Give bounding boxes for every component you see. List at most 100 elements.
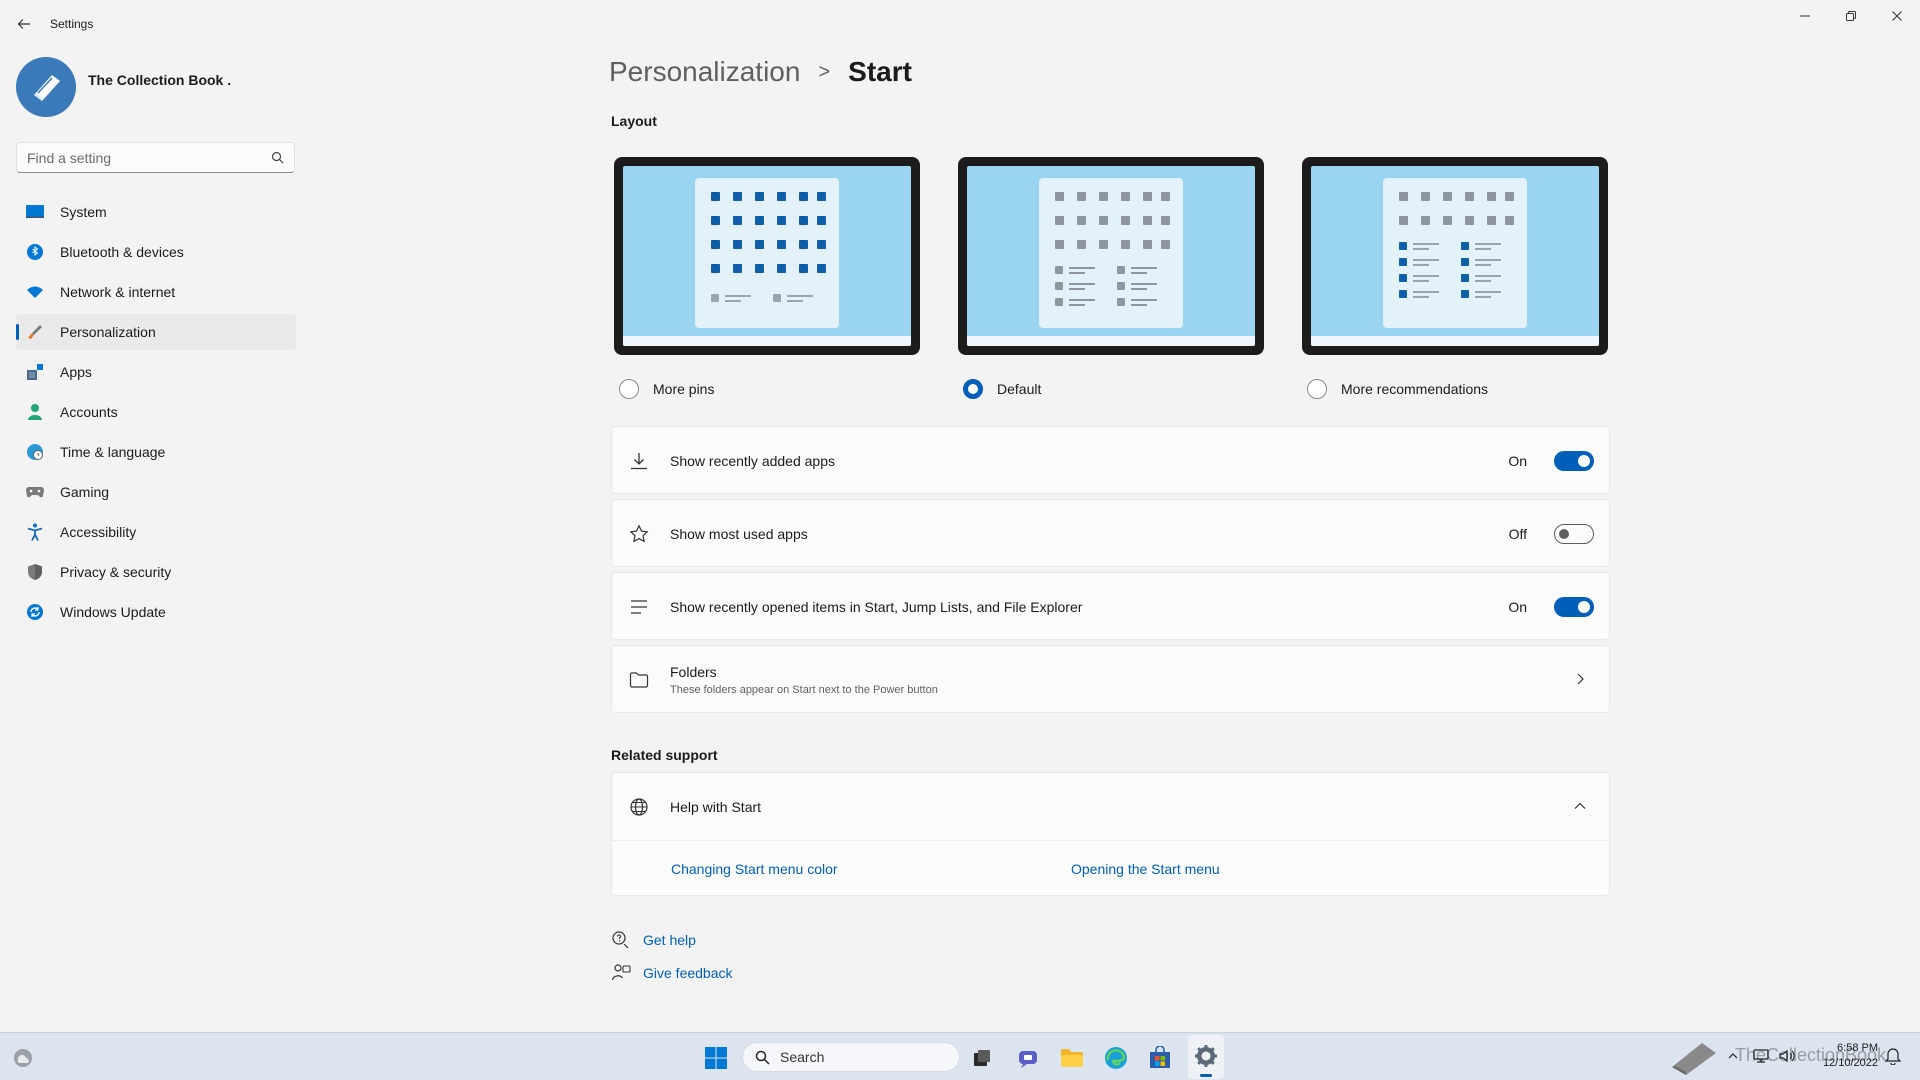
setting-label: Show recently added apps <box>670 453 835 469</box>
back-arrow-icon <box>17 19 30 29</box>
avatar[interactable] <box>16 57 76 117</box>
sidebar-item-label: Windows Update <box>60 604 166 620</box>
radio-label: Default <box>997 381 1042 397</box>
sidebar-item-label: System <box>60 204 107 220</box>
recently-opened-items-toggle[interactable] <box>1554 597 1594 617</box>
sidebar-item-label: Accounts <box>60 404 118 420</box>
radio-label: More recommendations <box>1341 381 1489 397</box>
accounts-icon <box>26 403 44 421</box>
download-icon <box>629 451 649 471</box>
start-button[interactable] <box>703 1045 729 1071</box>
folder-icon <box>629 670 649 690</box>
sidebar-item-windows-update[interactable]: Windows Update <box>16 594 296 630</box>
teams-chat-button[interactable] <box>1015 1045 1041 1071</box>
radio-button[interactable] <box>963 379 983 399</box>
sidebar-item-accounts[interactable]: Accounts <box>16 394 296 430</box>
sidebar-item-bluetooth[interactable]: Bluetooth & devices <box>16 234 296 270</box>
system-icon <box>26 203 44 221</box>
sidebar-item-system[interactable]: System <box>16 194 296 230</box>
sidebar-item-personalization[interactable]: Personalization <box>16 314 296 350</box>
list-icon <box>629 597 649 617</box>
setting-most-used-apps: Show most used apps Off <box>611 499 1610 567</box>
widgets-button[interactable] <box>10 1045 36 1071</box>
help-chat-icon <box>611 930 631 950</box>
toggle-state: Off <box>1508 526 1527 542</box>
bell-icon <box>1885 1048 1901 1065</box>
get-help-link[interactable]: Get help <box>611 930 696 950</box>
sidebar-item-label: Gaming <box>60 484 110 500</box>
sidebar-item-network[interactable]: Network & internet <box>16 274 296 310</box>
sidebar-item-time-language[interactable]: Time & language <box>16 434 296 470</box>
recently-added-apps-toggle[interactable] <box>1554 451 1594 471</box>
close-button[interactable] <box>1874 4 1920 28</box>
sidebar-item-label: Privacy & security <box>60 564 172 580</box>
folders-subtitle: These folders appear on Start next to th… <box>670 684 938 696</box>
radio-button[interactable] <box>1307 379 1327 399</box>
close-icon <box>1892 11 1902 21</box>
search-box[interactable] <box>16 142 295 173</box>
radio-more-recommendations[interactable]: More recommendations <box>1307 379 1488 399</box>
file-explorer-button[interactable] <box>1059 1045 1085 1071</box>
clock-date: 12/10/2022 <box>1822 1057 1878 1069</box>
layout-preview-more-recommendations[interactable] <box>1302 157 1608 355</box>
store-button[interactable] <box>1147 1045 1173 1071</box>
give-feedback-label: Give feedback <box>643 965 733 981</box>
link-changing-start-menu-color[interactable]: Changing Start menu color <box>671 861 838 877</box>
sidebar-item-privacy[interactable]: Privacy & security <box>16 554 296 590</box>
bluetooth-icon <box>26 243 44 261</box>
wifi-icon <box>26 283 44 301</box>
store-icon <box>1150 1046 1170 1068</box>
radio-label: More pins <box>653 381 715 397</box>
radio-default[interactable]: Default <box>963 379 1041 399</box>
most-used-apps-toggle[interactable] <box>1554 524 1594 544</box>
show-hidden-icons-button[interactable] <box>1726 1049 1740 1063</box>
breadcrumb-parent[interactable]: Personalization <box>609 56 800 88</box>
setting-folders[interactable]: Folders These folders appear on Start ne… <box>611 645 1610 713</box>
search-input[interactable] <box>27 149 271 166</box>
layout-preview-default[interactable] <box>958 157 1264 355</box>
restore-button[interactable] <box>1828 4 1874 28</box>
toggle-state: On <box>1508 453 1527 469</box>
radio-more-pins[interactable]: More pins <box>619 379 714 399</box>
sidebar-item-label: Apps <box>60 364 92 380</box>
sidebar-item-label: Accessibility <box>60 524 137 540</box>
minimize-button[interactable] <box>1782 4 1828 28</box>
edge-browser-button[interactable] <box>1103 1045 1129 1071</box>
taskbar-clock[interactable]: 6:58 PM 12/10/2022 <box>1808 1041 1878 1071</box>
minimize-icon <box>1800 15 1810 17</box>
link-opening-start-menu[interactable]: Opening the Start menu <box>1071 861 1220 877</box>
sidebar-item-gaming[interactable]: Gaming <box>16 474 296 510</box>
sidebar-item-label: Personalization <box>60 324 156 340</box>
radio-button[interactable] <box>619 379 639 399</box>
windows-logo-icon <box>705 1047 727 1069</box>
related-support-title: Related support <box>611 747 718 763</box>
breadcrumb: Personalization > Start <box>609 56 912 88</box>
start-panel-preview <box>695 178 839 328</box>
sidebar-item-accessibility[interactable]: Accessibility <box>16 514 296 550</box>
chevron-up-icon[interactable] <box>1573 799 1587 813</box>
taskbar-strip <box>967 336 1255 346</box>
settings-taskbar-button[interactable] <box>1188 1035 1224 1079</box>
search-icon <box>755 1050 770 1065</box>
sidebar-item-apps[interactable]: Apps <box>16 354 296 390</box>
layout-screen <box>1311 166 1599 346</box>
profile-name: The Collection Book . <box>88 72 232 88</box>
page-title: Start <box>848 56 912 87</box>
layout-preview-more-pins[interactable] <box>614 157 920 355</box>
help-with-start-header[interactable]: Help with Start <box>612 773 1609 841</box>
task-view-button[interactable] <box>969 1045 995 1071</box>
give-feedback-link[interactable]: Give feedback <box>611 963 733 983</box>
book-icon <box>34 75 60 101</box>
accessibility-icon <box>26 523 44 541</box>
globe-clock-icon <box>26 443 44 461</box>
taskbar-search[interactable]: Search <box>742 1042 960 1072</box>
start-panel-preview <box>1039 178 1183 328</box>
network-tray-button[interactable] <box>1752 1047 1770 1065</box>
volume-tray-button[interactable] <box>1778 1047 1796 1065</box>
back-button[interactable] <box>14 14 34 34</box>
globe-icon <box>629 797 649 817</box>
notifications-button[interactable] <box>1884 1047 1902 1065</box>
update-icon <box>26 603 44 621</box>
shield-icon <box>26 563 44 581</box>
layout-screen <box>623 166 911 346</box>
